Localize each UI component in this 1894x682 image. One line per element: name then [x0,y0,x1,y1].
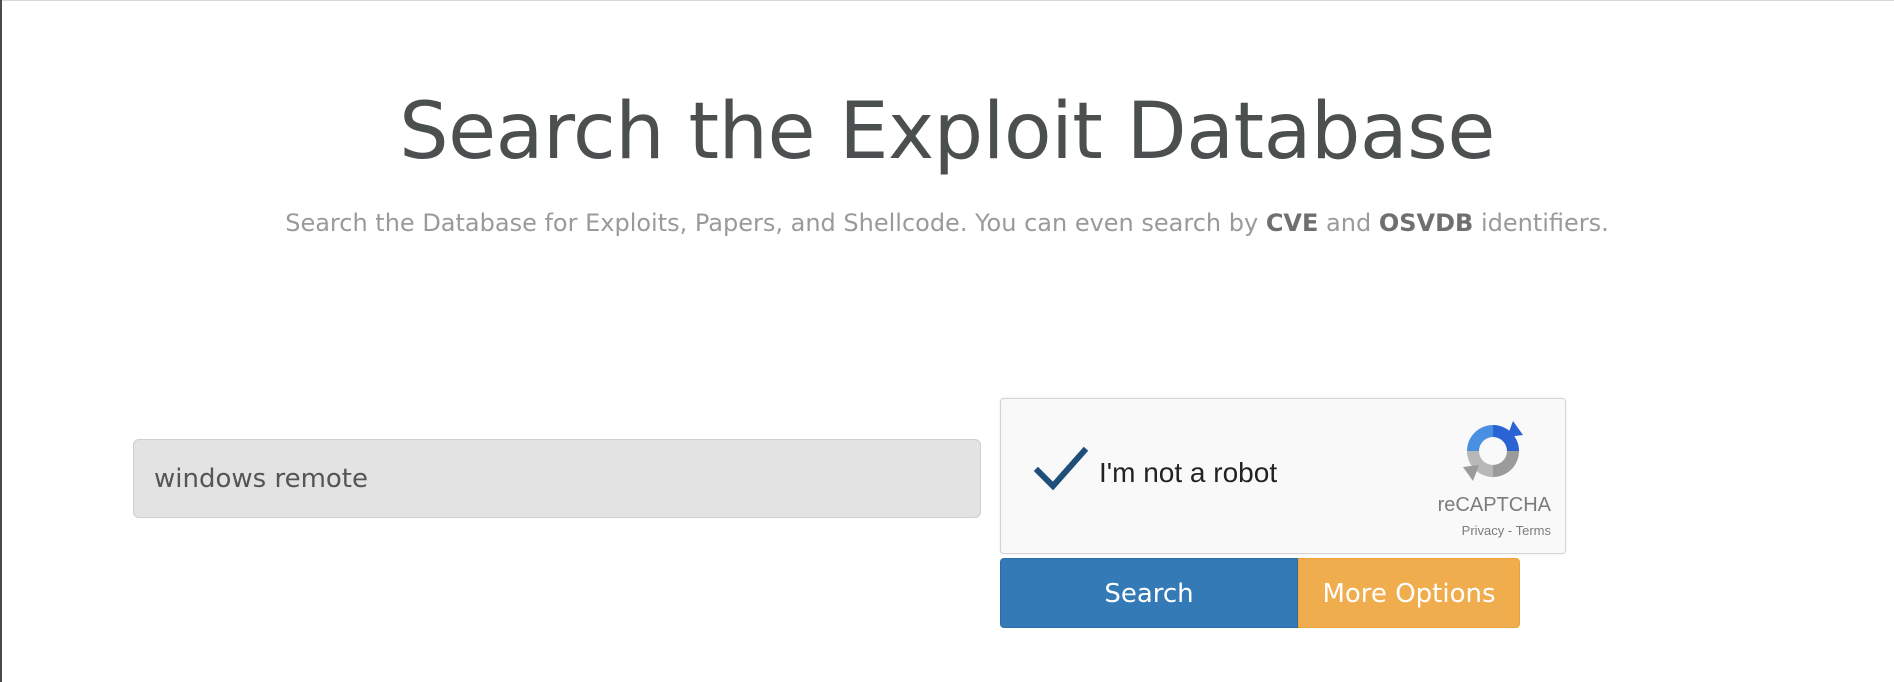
recaptcha-widget[interactable]: I'm not a robot reCAPTCHA Privacy - Term… [1000,398,1566,554]
recaptcha-logo-icon [1461,419,1525,483]
captcha-label: I'm not a robot [1099,457,1278,488]
subtitle-end: identifiers. [1473,209,1609,237]
search-input[interactable] [133,439,981,518]
page-title: Search the Exploit Database [399,87,1495,177]
checkmark-icon [1033,446,1089,491]
subtitle-and: and [1318,209,1379,237]
page-subtitle: Search the Database for Exploits, Papers… [0,205,1894,241]
search-button[interactable]: Search [1000,558,1298,628]
window-top-border [0,0,1894,1]
osvdb-keyword: OSVDB [1378,209,1474,237]
captcha-checkbox[interactable] [1033,445,1089,495]
captcha-brand: reCAPTCHA [1437,494,1551,516]
captcha-privacy-terms-links[interactable]: Privacy - Terms [1401,523,1551,539]
subtitle-text: Search the Database for Exploits, Papers… [285,209,1266,237]
cve-keyword: CVE [1265,209,1319,237]
more-options-button[interactable]: More Options [1298,558,1520,628]
